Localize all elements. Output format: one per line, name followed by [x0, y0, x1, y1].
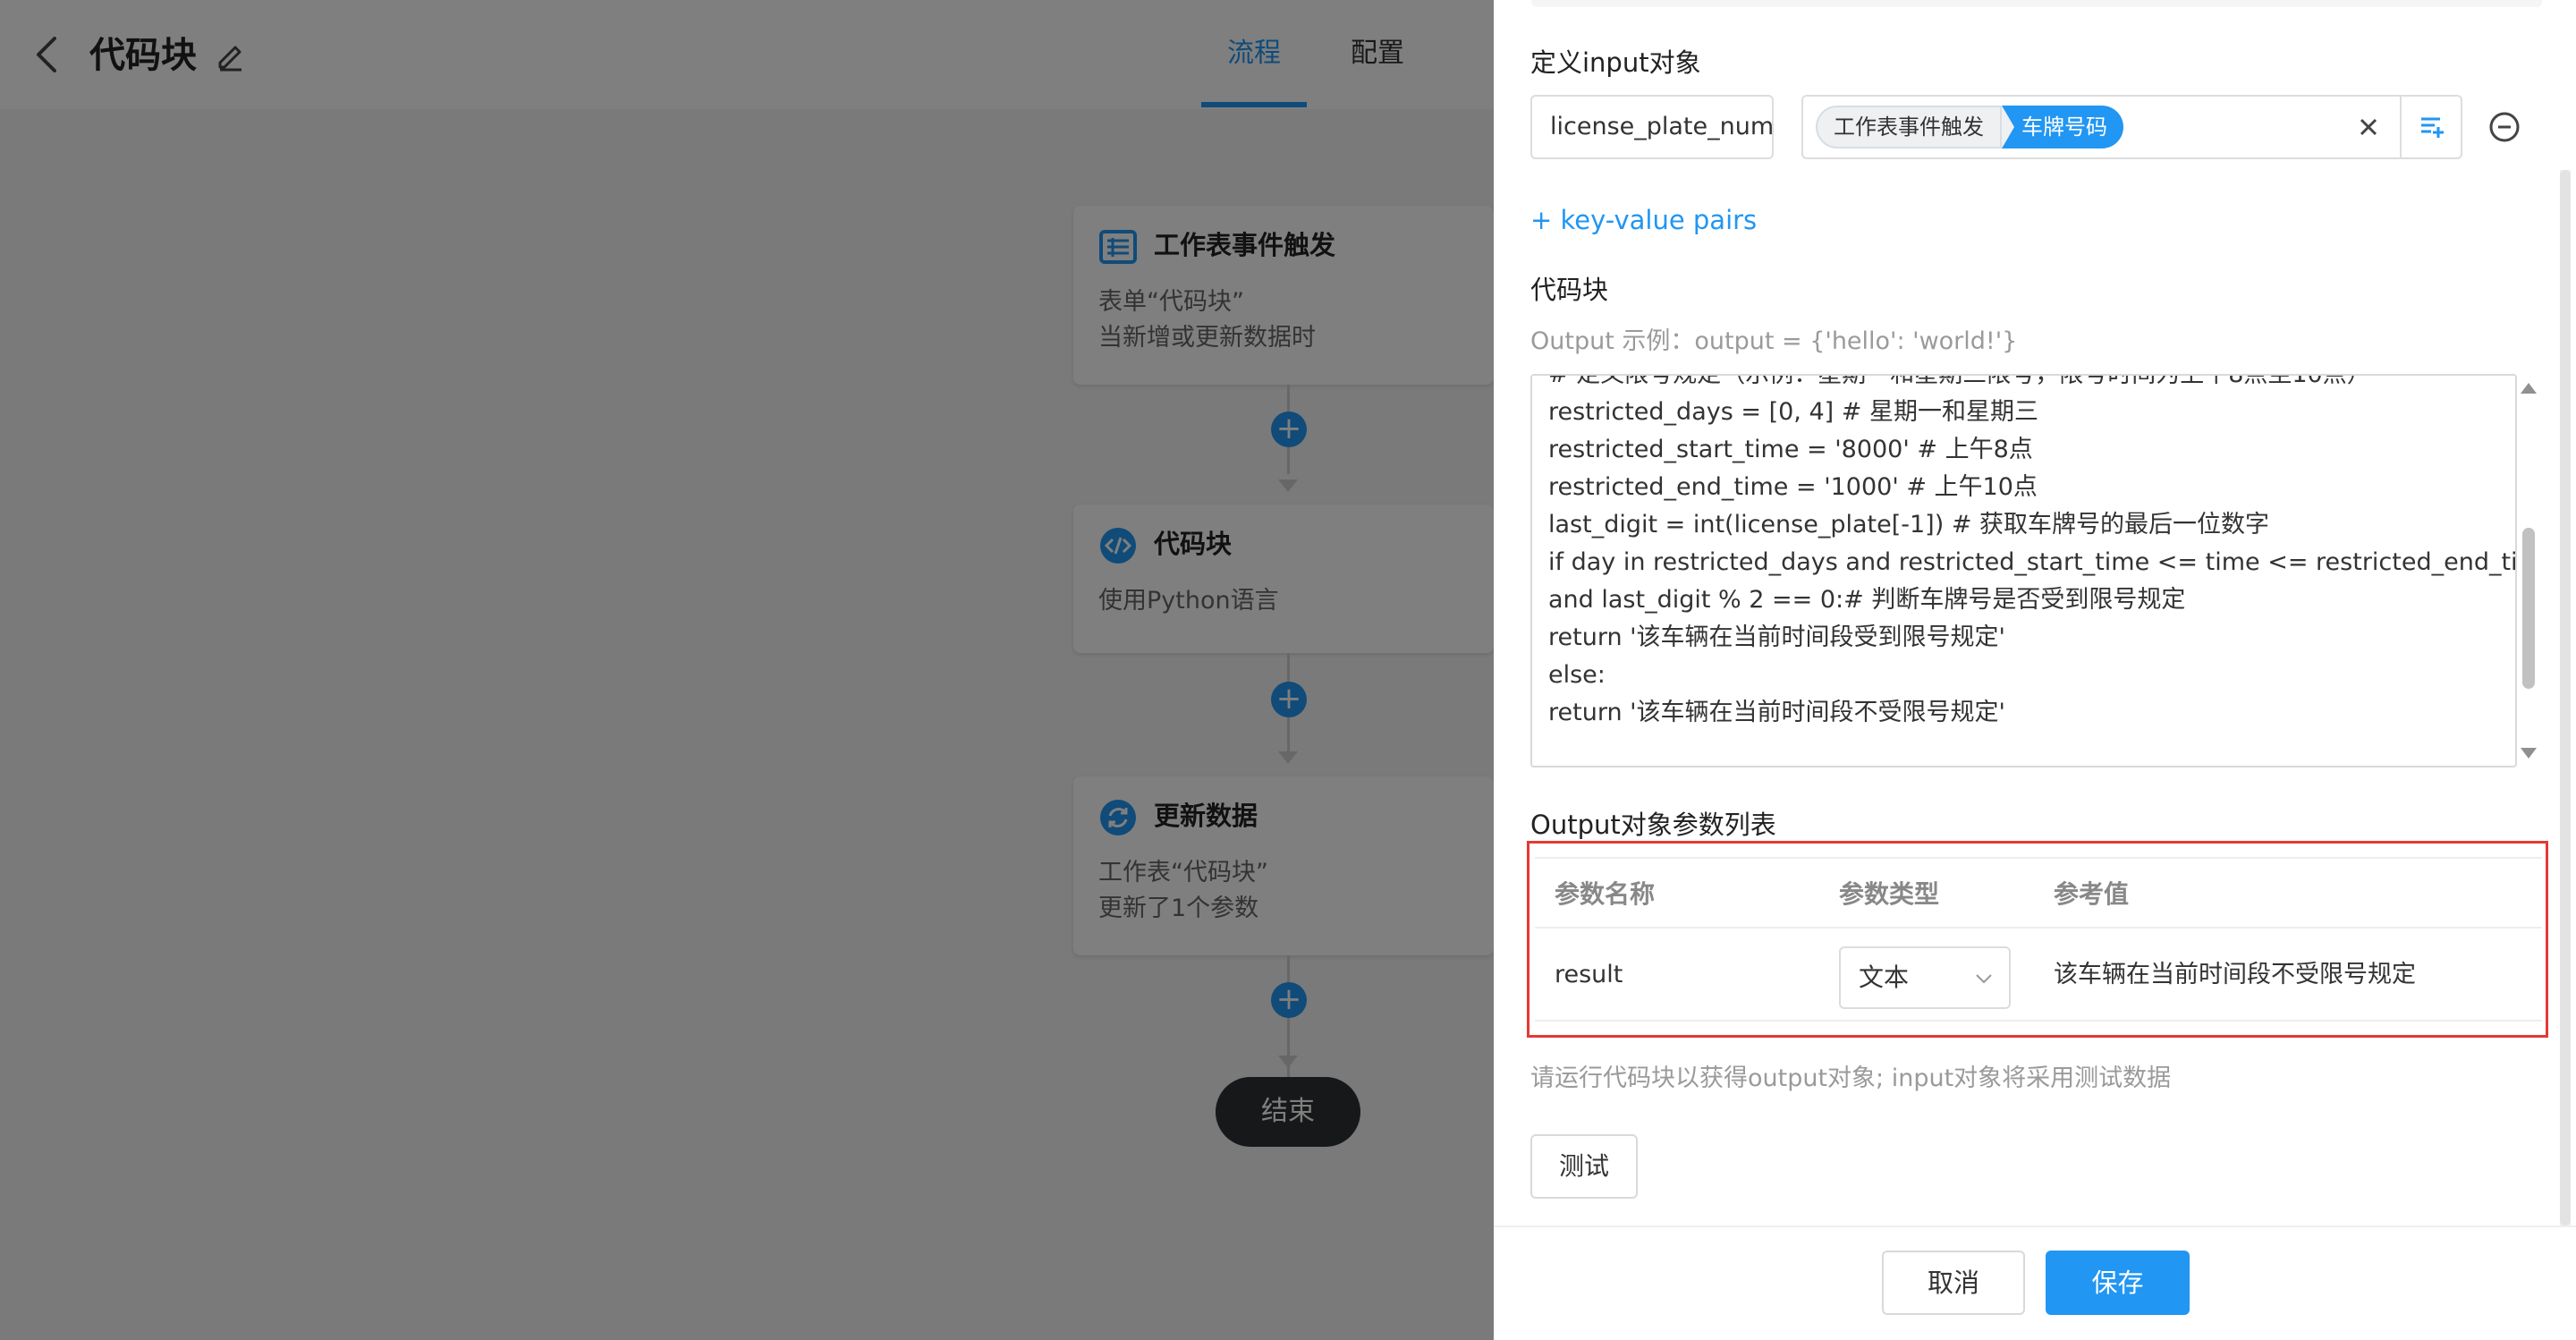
minus-circle-icon	[2489, 112, 2520, 142]
output-params-table: 参数名称 参数类型 参考值 result 文本 该车辆在当前时间段不受限号规定	[1535, 857, 2542, 1022]
table-row: result 文本 该车辆在当前时间段不受限号规定	[1535, 929, 2542, 1022]
chevron-down-icon	[1976, 974, 1992, 984]
test-button[interactable]: 测试	[1530, 1134, 1638, 1199]
input-section-label: 定义input对象	[1530, 47, 1701, 78]
code-line: and last_digit % 2 == 0:# 判断车牌号是否受到限号规定	[1548, 586, 2186, 614]
param-name-cell: result	[1555, 961, 1623, 988]
code-line: last_digit = int(license_plate[-1]) # 获取…	[1548, 511, 2270, 539]
column-header-reference-value: 参考值	[2054, 879, 2130, 909]
clear-value-button[interactable]	[2352, 111, 2385, 143]
field-picker-button[interactable]	[2400, 96, 2462, 158]
scroll-down-arrow-icon[interactable]	[2521, 748, 2537, 759]
code-line: return '该车辆在当前时间段不受限号规定'	[1548, 699, 2005, 726]
scroll-up-arrow-icon[interactable]	[2521, 383, 2537, 394]
param-reference-cell: 该车辆在当前时间段不受限号规定	[2054, 961, 2416, 988]
code-editor-scroll-thumb[interactable]	[2522, 528, 2535, 689]
modal-mask[interactable]	[0, 0, 1494, 1340]
output-example-hint: Output 示例：output = {'hello': 'world!'}	[1530, 327, 2018, 355]
drawer-footer	[1494, 1226, 2576, 1340]
column-header-param-name: 参数名称	[1555, 879, 1656, 909]
remove-pair-button[interactable]	[2487, 109, 2522, 145]
drawer-scrollbar[interactable]	[2560, 170, 2571, 1226]
code-line: # 定义限号规定（示例：星期一和星期三限号，限号时间为上午8点至10点）	[1548, 374, 2371, 388]
code-line: restricted_end_time = '1000' # 上午10点	[1548, 473, 2038, 501]
table-header-row: 参数名称 参数类型 参考值	[1535, 857, 2542, 929]
code-section-label: 代码块	[1530, 275, 1609, 305]
code-editor[interactable]: # 定义限号规定（示例：星期一和星期三限号，限号时间为上午8点至10点） res…	[1530, 374, 2517, 768]
chip-source-node: 工作表事件触发	[1816, 106, 2002, 148]
code-line: restricted_start_time = '8000' # 上午8点	[1548, 436, 2033, 463]
output-section-label: Output对象参数列表	[1530, 810, 1776, 840]
code-line: else:	[1548, 661, 1606, 689]
save-button[interactable]: 保存	[2046, 1251, 2190, 1315]
run-hint: 请运行代码块以获得output对象; input对象将采用测试数据	[1530, 1064, 2172, 1092]
add-key-value-pair-link[interactable]: + key-value pairs	[1530, 200, 1757, 240]
chip-source-field: 车牌号码	[2002, 106, 2123, 148]
code-line: return '该车辆在当前时间段受到限号规定'	[1548, 623, 2005, 651]
code-line: restricted_days = [0, 4] # 星期一和星期三	[1548, 398, 2038, 426]
cancel-button[interactable]: 取消	[1882, 1251, 2025, 1315]
close-icon	[2360, 118, 2377, 136]
param-type-select[interactable]: 文本	[1839, 946, 2011, 1009]
column-header-param-type: 参数类型	[1839, 879, 1940, 909]
drawer-top-edge	[1531, 0, 2542, 7]
param-type-value: 文本	[1859, 963, 1910, 992]
insert-field-icon	[2420, 117, 2444, 138]
input-key-field[interactable]: license_plate_number	[1530, 95, 1774, 159]
code-line: if day in restricted_days and restricted…	[1548, 548, 2517, 576]
